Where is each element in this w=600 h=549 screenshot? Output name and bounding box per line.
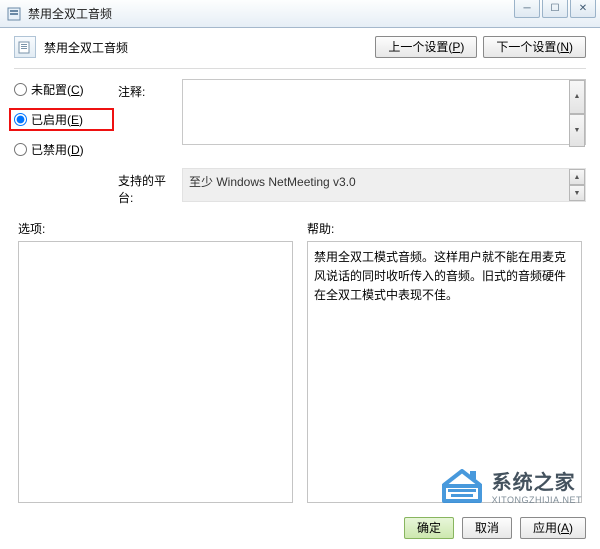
help-panel: 禁用全双工模式音频。这样用户就不能在用麦克风说话的同时收听传入的音频。旧式的音频…: [307, 241, 582, 503]
app-icon: [6, 6, 22, 22]
cancel-button[interactable]: 取消: [462, 517, 512, 539]
platform-spin-down[interactable]: ▼: [569, 185, 585, 201]
comment-spinner: ▲ ▼: [569, 80, 585, 147]
radio-unconfigured-input[interactable]: [14, 83, 27, 96]
policy-icon: [14, 36, 36, 58]
platform-text: 至少 Windows NetMeeting v3.0: [189, 175, 356, 189]
prev-setting-button[interactable]: 上一个设置(P): [375, 36, 477, 58]
apply-button[interactable]: 应用(A): [520, 517, 586, 539]
options-label: 选项:: [18, 220, 293, 237]
platform-spinner: ▲ ▼: [569, 169, 585, 201]
comment-label: 注释:: [118, 79, 178, 100]
titlebar: 禁用全双工音频 ─ ☐ ✕: [0, 0, 600, 28]
dialog-buttons: 确定 取消 应用(A): [404, 517, 586, 539]
next-setting-button[interactable]: 下一个设置(N): [483, 36, 586, 58]
help-text: 禁用全双工模式音频。这样用户就不能在用麦克风说话的同时收听传入的音频。旧式的音频…: [314, 250, 566, 302]
window-controls: ─ ☐ ✕: [514, 0, 596, 20]
window-title: 禁用全双工音频: [28, 5, 112, 22]
options-panel: [18, 241, 293, 503]
comment-spin-up[interactable]: ▲: [569, 80, 585, 114]
radio-enabled[interactable]: 已启用(E): [9, 108, 114, 131]
divider: [14, 68, 586, 69]
comment-textarea[interactable]: [182, 79, 586, 145]
radio-disabled[interactable]: 已禁用(D): [14, 141, 114, 158]
ok-button[interactable]: 确定: [404, 517, 454, 539]
radio-unconfigured[interactable]: 未配置(C): [14, 81, 114, 98]
close-button[interactable]: ✕: [570, 0, 596, 18]
maximize-button[interactable]: ☐: [542, 0, 568, 18]
radio-enabled-input[interactable]: [14, 113, 27, 126]
platform-label: 支持的平台:: [118, 168, 178, 206]
comment-spin-down[interactable]: ▼: [569, 114, 585, 148]
minimize-button[interactable]: ─: [514, 0, 540, 18]
platform-box: 至少 Windows NetMeeting v3.0: [182, 168, 586, 202]
help-label: 帮助:: [307, 220, 582, 237]
state-radio-group: 未配置(C) 已启用(E) 已禁用(D): [14, 79, 114, 158]
platform-spin-up[interactable]: ▲: [569, 169, 585, 185]
radio-disabled-input[interactable]: [14, 143, 27, 156]
page-title: 禁用全双工音频: [44, 39, 128, 56]
